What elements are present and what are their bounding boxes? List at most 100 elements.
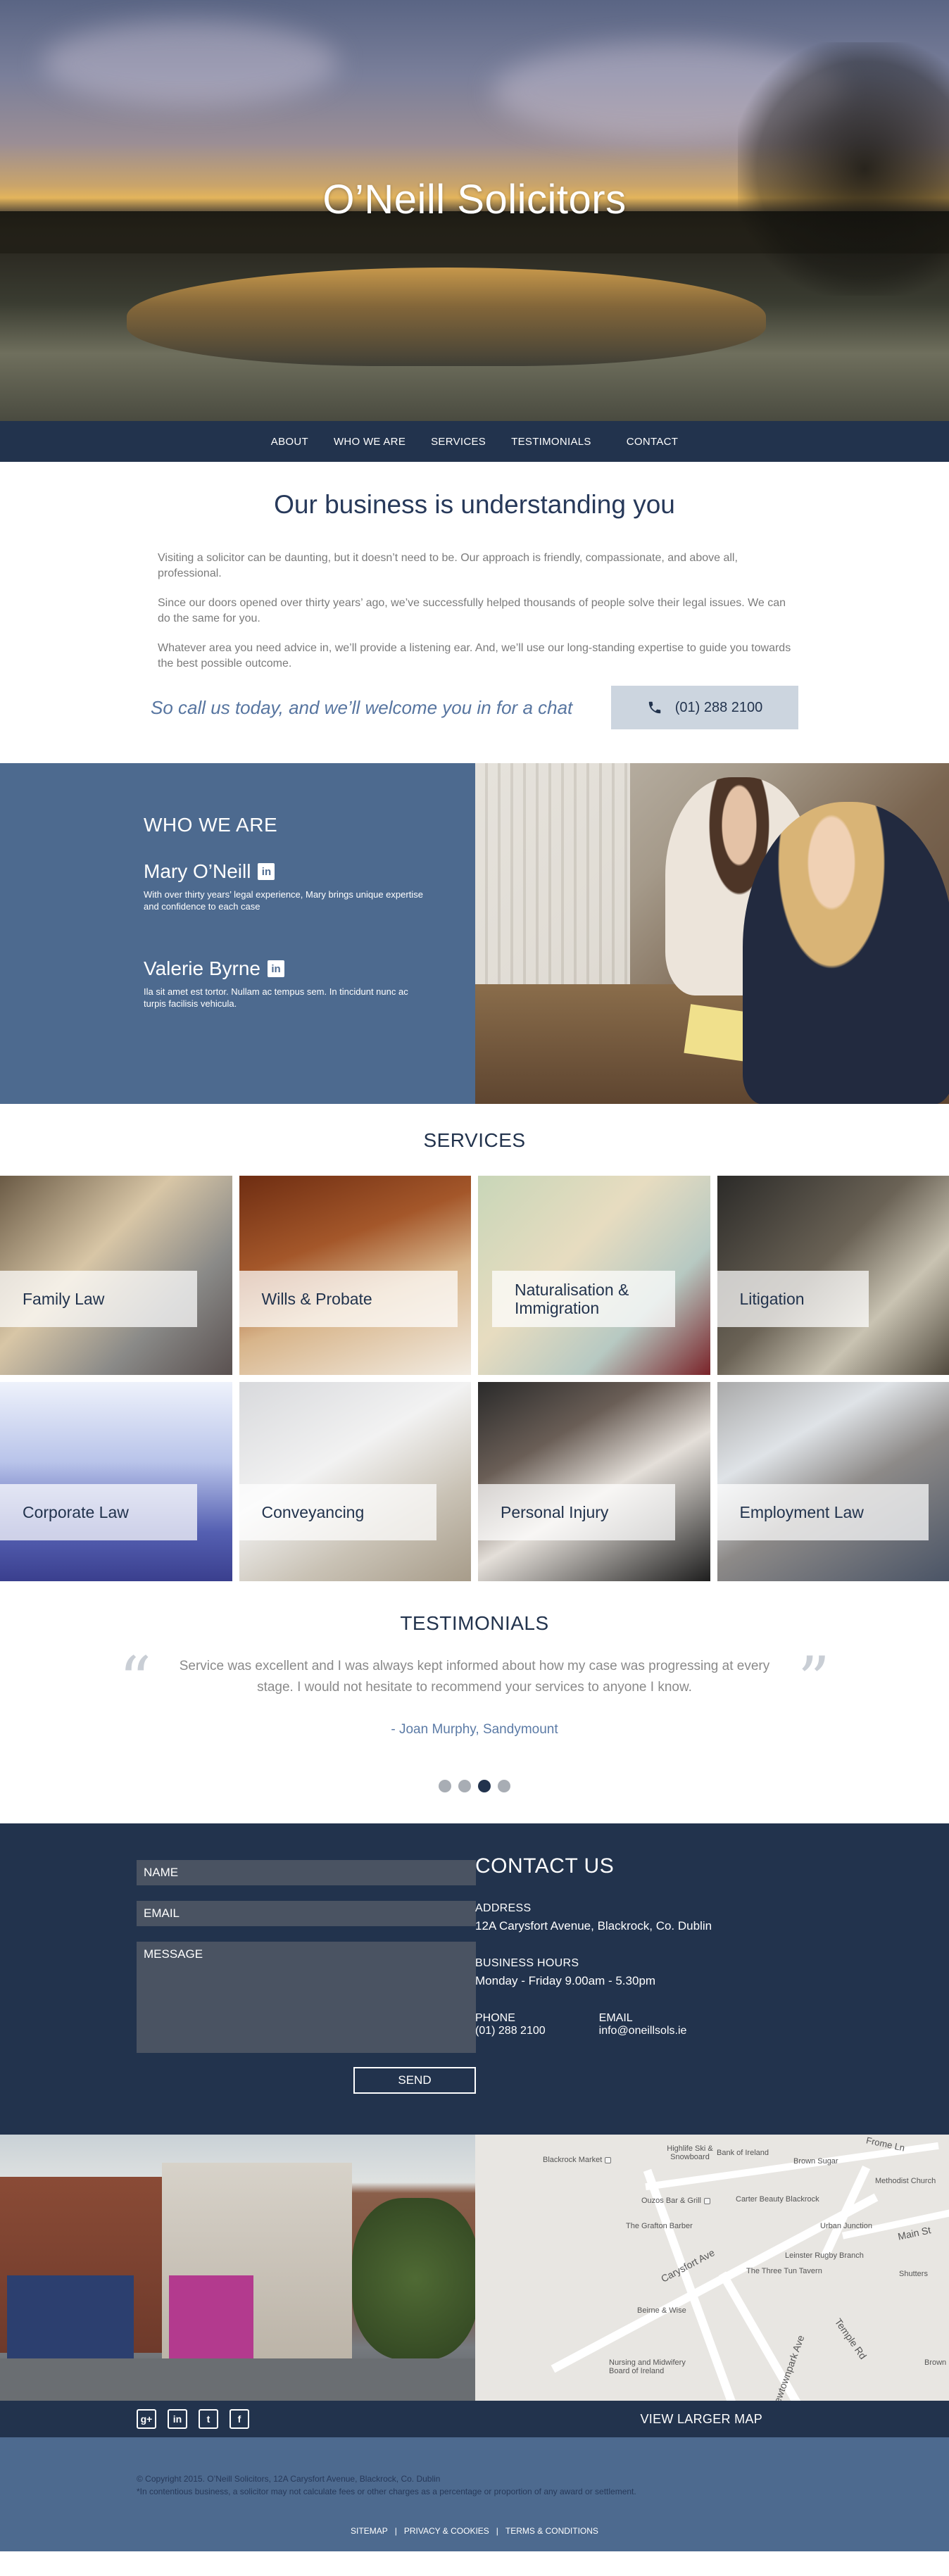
map-label: Leinster Rugby Branch (785, 2251, 864, 2260)
team-member: Valerie Byrne in Ila sit amet est tortor.… (144, 957, 475, 1010)
footer-link-sitemap[interactable]: SITEMAP (351, 2526, 388, 2536)
contact-heading: CONTACT US (475, 1854, 615, 1878)
testimonials-heading: TESTIMONIALS (400, 1612, 549, 1634)
map-label: Beirne & Wise (637, 2306, 686, 2315)
footer-separator: | (394, 2526, 397, 2536)
member-bio: Ila sit amet est tortor. Nullam ac tempu… (144, 986, 408, 1009)
service-employment-law[interactable]: Employment Law (717, 1382, 949, 1581)
social-links: g+ in t f (137, 2409, 249, 2429)
quote-text: Service was excellent and I was always k… (179, 1659, 770, 1695)
service-wills-probate[interactable]: Wills & Probate (239, 1176, 471, 1375)
service-litigation[interactable]: Litigation (717, 1176, 949, 1375)
footer-links: SITEMAP | PRIVACY & COOKIES | TERMS & CONDIT… (0, 2526, 949, 2536)
map-label: Blackrock Market (543, 2156, 612, 2164)
email-value[interactable]: info@oneillsols.ie (599, 2025, 687, 2037)
linkedin-icon[interactable]: in (168, 2409, 187, 2429)
about-section: Our business is understanding you Visiti… (0, 462, 949, 729)
send-button[interactable]: SEND (353, 2067, 476, 2094)
copyright-text: © Copyright 2015. O’Neill Solicitors, 12… (137, 2474, 441, 2484)
service-label: Employment Law (717, 1484, 929, 1540)
team-photo (475, 763, 949, 1104)
service-personal-injury[interactable]: Personal Injury (478, 1382, 710, 1581)
facebook-icon[interactable]: f (230, 2409, 249, 2429)
map-street-label: Main St (896, 2224, 932, 2242)
map-label: Brown Beauty (924, 2358, 949, 2367)
twitter-icon[interactable]: t (199, 2409, 218, 2429)
photo-road (0, 2358, 475, 2401)
member-name: Valerie Byrne (144, 957, 261, 979)
email-label: EMAIL (598, 2012, 633, 2024)
hero-trees (738, 42, 949, 296)
nav-testimonials[interactable]: TESTIMONIALS (498, 436, 604, 448)
hero-banner: O’Neill Solicitors (0, 0, 949, 421)
map-label: Ouzos Bar & Grill (641, 2197, 710, 2205)
linkedin-icon[interactable]: in (268, 960, 285, 977)
nav-services[interactable]: SERVICES (418, 436, 498, 448)
about-heading: Our business is understanding you (274, 490, 675, 519)
phone-number: (01) 288 2100 (674, 699, 763, 715)
contact-section: NAME EMAIL MESSAGE SEND CONTACT US ADDRE… (0, 1823, 949, 2135)
carousel-dot-active[interactable] (478, 1780, 491, 1792)
map-label: The Three Tun Tavern (746, 2267, 822, 2275)
phone-button[interactable]: (01) 288 2100 (611, 686, 798, 729)
who-heading: WHO WE ARE (144, 814, 278, 836)
message-field[interactable]: MESSAGE (137, 1942, 476, 2053)
map-label: Shutters (899, 2270, 928, 2278)
email-field[interactable]: EMAIL (137, 1901, 476, 1926)
service-family-law[interactable]: Family Law (0, 1176, 232, 1375)
carousel-dot[interactable] (439, 1780, 451, 1792)
testimonial-quote: “ Service was excellent and I was always… (119, 1649, 830, 1712)
social-bar: g+ in t f VIEW LARGER MAP (0, 2401, 949, 2437)
map-label: Highlife Ski & Snowboard (667, 2144, 713, 2161)
service-conveyancing[interactable]: Conveyancing (239, 1382, 471, 1581)
phone-email-row: PHONE (01) 288 2100 EMAIL info@oneillsol… (475, 2012, 949, 2037)
service-naturalisation-immigration[interactable]: Naturalisation & Immigration (478, 1176, 710, 1375)
photo-shopfront (7, 2275, 134, 2360)
contact-form: NAME EMAIL MESSAGE SEND (0, 1823, 476, 2135)
phone-value[interactable]: (01) 288 2100 (475, 2025, 546, 2037)
open-quote-icon: “ (119, 1643, 152, 1717)
footer-link-terms[interactable]: TERMS & CONDITIONS (505, 2526, 598, 2536)
member-name: Mary O’Neill (144, 860, 251, 882)
name-field[interactable]: NAME (137, 1860, 476, 1885)
street-view-photo (0, 2135, 475, 2401)
map-label: Carter Beauty Blackrock (736, 2195, 819, 2204)
photo-tree (352, 2198, 475, 2360)
footer: © Copyright 2015. O’Neill Solicitors, 12… (0, 2437, 949, 2551)
nav-about[interactable]: ABOUT (258, 436, 321, 448)
member-bio: With over thirty years’ legal experience… (144, 889, 423, 912)
location-map[interactable]: Blackrock Market Highlife Ski & Snowboar… (475, 2135, 949, 2401)
location-section: Blackrock Market Highlife Ski & Snowboar… (0, 2135, 949, 2401)
testimonials-section: TESTIMONIALS “ Service was excellent and… (0, 1581, 949, 1792)
map-label: Brown Sugar (793, 2157, 838, 2166)
hours-value: Monday - Friday 9.00am - 5.30pm (475, 1974, 656, 1987)
about-text: Visiting a solicitor can be daunting, bu… (158, 551, 791, 672)
hours-block: BUSINESS HOURS Monday - Friday 9.00am - … (475, 1957, 949, 1988)
linkedin-icon[interactable]: in (258, 863, 275, 880)
about-paragraph: Whatever area you need advice in, we’ll … (158, 642, 791, 670)
carousel-dot[interactable] (498, 1780, 510, 1792)
view-larger-map-link[interactable]: VIEW LARGER MAP (640, 2412, 762, 2427)
map-label: The Grafton Barber (626, 2222, 693, 2230)
google-plus-icon[interactable]: g+ (137, 2409, 156, 2429)
hours-label: BUSINESS HOURS (475, 1957, 579, 1969)
quote-author: - Joan Murphy, Sandymount (391, 1722, 558, 1737)
carousel-dot[interactable] (458, 1780, 471, 1792)
nav-contact[interactable]: CONTACT (614, 436, 691, 448)
team-member: Mary O’Neill in With over thirty years’ l… (144, 860, 475, 912)
photo-person (743, 802, 949, 1104)
nav-who-we-are[interactable]: WHO WE ARE (321, 436, 418, 448)
footer-separator: | (496, 2526, 498, 2536)
service-corporate-law[interactable]: Corporate Law (0, 1382, 232, 1581)
team-panel: WHO WE ARE Mary O’Neill in With over thir… (0, 763, 475, 1104)
photo-blinds (475, 763, 630, 995)
about-paragraph: Since our doors opened over thirty years… (158, 597, 786, 624)
who-we-are-section: WHO WE ARE Mary O’Neill in With over thir… (0, 763, 949, 1104)
footer-link-privacy[interactable]: PRIVACY & COOKIES (404, 2526, 489, 2536)
map-road (820, 2166, 871, 2258)
phone-icon (648, 701, 660, 714)
call-row: So call us today, and we’ll welcome you … (151, 686, 798, 729)
map-label: Methodist Church (875, 2177, 936, 2185)
map-street-label: Temple Rd (832, 2316, 869, 2361)
carousel-dots (0, 1780, 949, 1792)
